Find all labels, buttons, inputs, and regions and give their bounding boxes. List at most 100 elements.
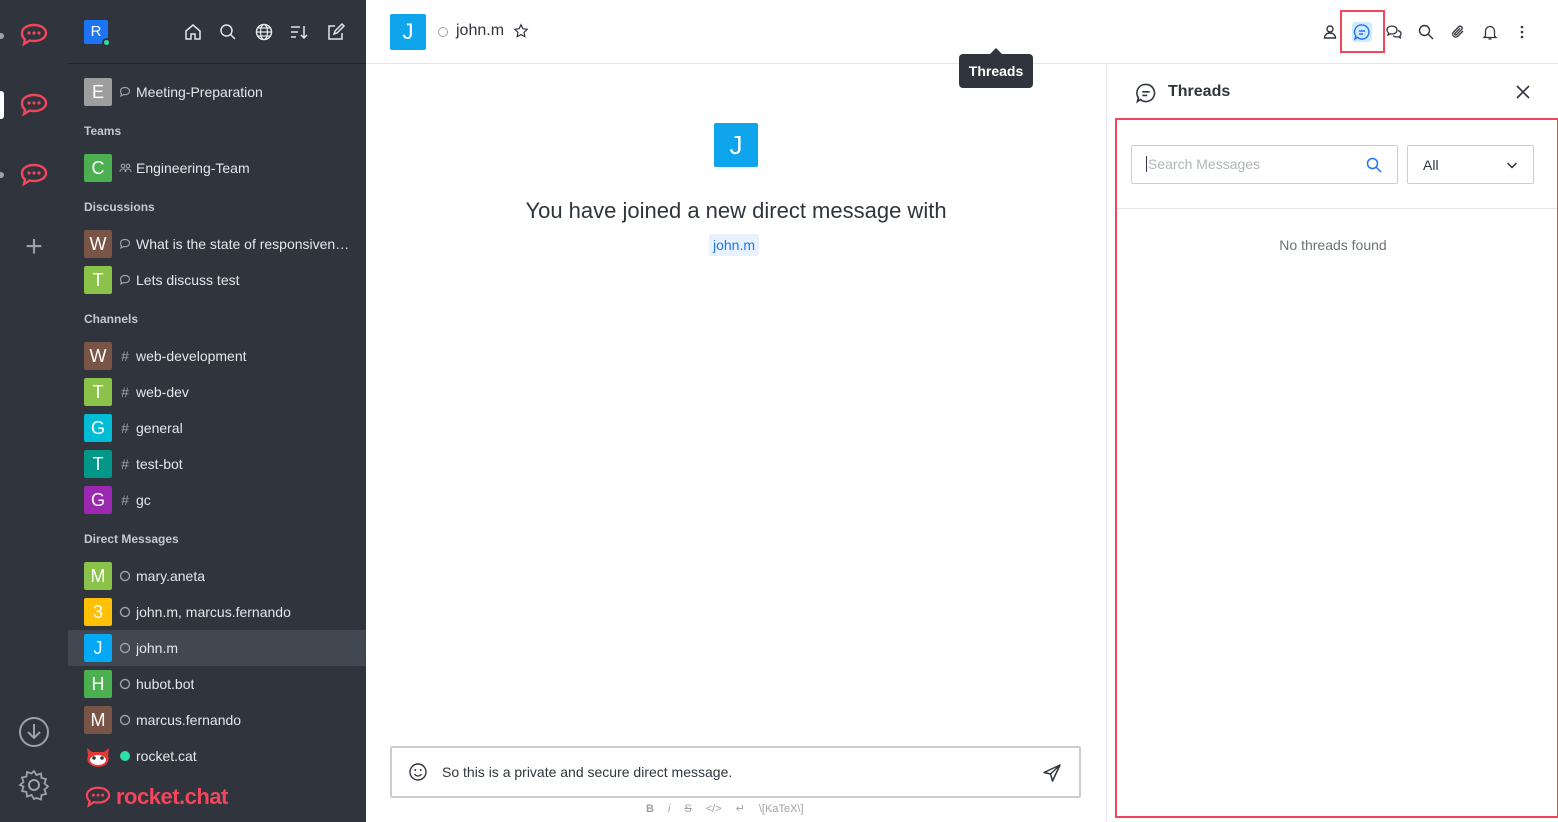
create-new-icon[interactable]	[326, 22, 346, 42]
room-name: gc	[136, 492, 151, 508]
attachment-icon[interactable]	[1448, 22, 1468, 42]
sidebar-item-gc[interactable]: G # gc	[68, 482, 366, 518]
message-input[interactable]: So this is a private and secure direct m…	[442, 764, 732, 780]
user-info-icon[interactable]	[1320, 22, 1340, 42]
active-server-indicator	[0, 91, 4, 119]
search-messages-icon[interactable]	[1416, 22, 1436, 42]
server-rocketchat-3[interactable]	[18, 159, 50, 191]
sidebar-item-john-m[interactable]: J john.m	[68, 630, 366, 666]
welcome-text: You have joined a new direct message wit…	[525, 198, 947, 223]
rocketchat-brand: rocket.chat	[84, 784, 228, 810]
discussion-icon[interactable]	[1384, 22, 1404, 42]
discussion-icon	[118, 237, 132, 251]
directory-globe-icon[interactable]	[254, 22, 274, 42]
room-avatar: T	[84, 450, 112, 478]
hash-icon: #	[121, 492, 129, 508]
status-offline-icon	[118, 569, 132, 583]
threads-button-highlight	[1340, 10, 1385, 53]
server-dot	[0, 172, 4, 178]
multiline-button[interactable]: ↵	[736, 802, 745, 815]
sidebar-item-web-dev[interactable]: T # web-dev	[68, 374, 366, 410]
room-avatar: G	[84, 414, 112, 442]
room-avatar: T	[84, 266, 112, 294]
search-icon[interactable]	[218, 22, 238, 42]
threads-panel: Threads Search Messages All No threads f…	[1106, 64, 1558, 822]
server-rocketchat-1[interactable]	[18, 19, 50, 51]
room-name: test-bot	[136, 456, 183, 472]
room-name: hubot.bot	[136, 676, 195, 692]
room-avatar: W	[84, 342, 112, 370]
home-icon[interactable]	[183, 22, 203, 42]
server-rail: +	[0, 0, 68, 822]
sidebar-item-lets-discuss-test[interactable]: T Lets discuss test	[68, 262, 366, 298]
sidebar-item-marcus-fernando[interactable]: M marcus.fernando	[68, 702, 366, 738]
close-icon[interactable]	[1513, 82, 1533, 102]
room-avatar: W	[84, 230, 112, 258]
status-offline-icon	[118, 713, 132, 727]
sidebar-item-discussion-responsiveness[interactable]: W What is the state of responsiveness?	[68, 226, 366, 262]
status-online-icon	[118, 749, 132, 763]
room-name: Lets discuss test	[136, 272, 240, 288]
settings-gear-icon[interactable]	[17, 768, 51, 802]
status-offline-icon	[438, 27, 448, 37]
status-offline-icon	[118, 641, 132, 655]
room-avatar: G	[84, 486, 112, 514]
kebab-menu-icon[interactable]	[1512, 22, 1532, 42]
room-name: mary.aneta	[136, 568, 205, 584]
search-icon	[1365, 156, 1383, 174]
user-avatar-letter: R	[90, 23, 102, 40]
italic-button[interactable]: i	[668, 803, 670, 815]
sidebar-item-mary-aneta[interactable]: M mary.aneta	[68, 558, 366, 594]
discussion-icon	[118, 273, 132, 287]
threads-icon	[1135, 82, 1157, 104]
room-avatar[interactable]: J	[390, 14, 426, 50]
divider	[1117, 208, 1557, 209]
formatting-toolbar: B i S </> ↵ \[KaTeX\]	[646, 802, 804, 816]
room-avatar: C	[84, 154, 112, 182]
sidebar-item-web-development[interactable]: W # web-development	[68, 338, 366, 374]
room-name: What is the state of responsiveness?	[136, 236, 352, 252]
room-name: john.m	[136, 640, 179, 656]
server-rocketchat-2[interactable]	[18, 89, 50, 121]
rocketchat-logo-icon	[20, 93, 48, 117]
threads-filter-select[interactable]: All	[1407, 145, 1534, 184]
sidebar-item-general[interactable]: G # general	[68, 410, 366, 446]
sidebar-item-hubot-bot[interactable]: H hubot.bot	[68, 666, 366, 702]
room-avatar: H	[84, 670, 112, 698]
message-area: J You have joined a new direct message w…	[366, 64, 1106, 822]
room-avatar: M	[84, 562, 112, 590]
send-icon[interactable]	[1041, 762, 1063, 784]
sidebar-item-rocket-cat[interactable]: rocket.cat	[68, 738, 366, 774]
sidebar-header: R	[68, 0, 366, 64]
room-avatar: E	[84, 78, 112, 106]
user-avatar[interactable]: R	[84, 20, 111, 47]
strikethrough-button[interactable]: S	[684, 803, 691, 815]
rocketchat-logo-icon	[85, 786, 111, 808]
add-server-button[interactable]: +	[20, 232, 48, 262]
user-mention-chip[interactable]: john.m	[709, 234, 760, 256]
room-name: general	[136, 420, 183, 436]
download-icon[interactable]	[17, 715, 51, 749]
room-avatar: J	[84, 634, 112, 662]
hash-icon: #	[121, 420, 129, 436]
filter-value: All	[1423, 157, 1439, 173]
rocket-cat-avatar-icon	[84, 742, 112, 770]
search-messages-input[interactable]: Search Messages	[1131, 145, 1398, 184]
emoji-icon[interactable]	[408, 762, 428, 782]
hash-icon: #	[121, 384, 129, 400]
hash-icon: #	[121, 456, 129, 472]
star-icon[interactable]	[513, 23, 529, 39]
room-name: marcus.fernando	[136, 712, 242, 728]
sidebar-item-test-bot[interactable]: T # test-bot	[68, 446, 366, 482]
message-composer[interactable]: So this is a private and secure direct m…	[390, 746, 1081, 798]
katex-button[interactable]: \[KaTeX\]	[759, 803, 804, 815]
code-button[interactable]: </>	[706, 803, 722, 815]
room-title[interactable]: john.m	[456, 22, 504, 40]
sort-icon[interactable]	[289, 22, 309, 42]
notification-bell-icon[interactable]	[1480, 22, 1500, 42]
sidebar-item-meeting-preparation[interactable]: E Meeting-Preparation	[68, 74, 366, 110]
sidebar-item-engineering-team[interactable]: C Engineering-Team	[68, 150, 366, 186]
sidebar-item-group-dm[interactable]: 3 john.m, marcus.fernando	[68, 594, 366, 630]
bold-button[interactable]: B	[646, 803, 654, 815]
section-title-channels: Channels	[84, 312, 139, 326]
